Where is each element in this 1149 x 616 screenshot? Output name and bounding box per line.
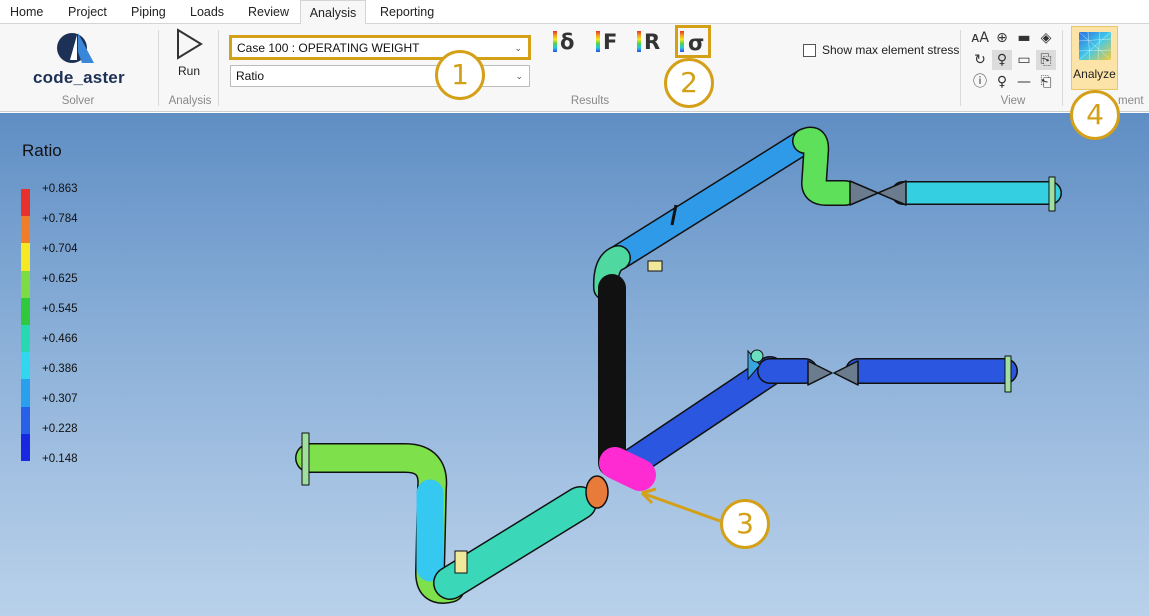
- tab-piping[interactable]: Piping: [131, 0, 171, 24]
- separator: [960, 30, 961, 106]
- rectangle-icon[interactable]: ▭: [1014, 50, 1034, 70]
- play-icon: [177, 28, 203, 60]
- rotate-shape-icon[interactable]: ◈: [1036, 28, 1056, 48]
- callout-1: 1: [435, 50, 485, 100]
- result-quantity-select[interactable]: Ratio ⌄: [230, 65, 530, 87]
- tab-review[interactable]: Review: [248, 0, 290, 24]
- stress-result-button[interactable]: σ: [675, 25, 711, 58]
- hanger-icon[interactable]: ♀: [992, 72, 1012, 92]
- view-group-label: View: [1000, 95, 1026, 107]
- rotate-view-icon[interactable]: ↻: [970, 50, 990, 70]
- color-scale-icon: [680, 31, 684, 52]
- tab-analysis[interactable]: Analysis: [300, 0, 366, 25]
- attachment-icon[interactable]: ⎘: [1036, 50, 1056, 70]
- analysis-group-label: Analysis: [168, 95, 212, 107]
- menu-bar: Home Project Piping Loads Review Analysi…: [0, 0, 1149, 25]
- force-result-button[interactable]: F: [594, 28, 626, 56]
- 3d-viewport[interactable]: Ratio +0.863 +0.784 +0.704 +0.625 +0.545…: [0, 113, 1149, 616]
- displacement-result-button[interactable]: δ: [551, 28, 583, 56]
- color-scale-icon: [553, 31, 557, 52]
- run-label: Run: [177, 64, 200, 78]
- run-button[interactable]: Run: [170, 28, 208, 80]
- text-size-icon[interactable]: ᴀA: [970, 28, 990, 48]
- info-icon[interactable]: ⓘ: [970, 72, 990, 92]
- sigma-icon: σ: [688, 31, 705, 55]
- tab-project[interactable]: Project: [68, 0, 113, 24]
- ribbon: code_aster Solver Run Analysis Case 100 …: [0, 24, 1149, 112]
- results-group-label: Results: [570, 95, 610, 107]
- tab-home[interactable]: Home: [10, 0, 50, 24]
- separator: [1062, 30, 1063, 106]
- reaction-result-button[interactable]: R: [635, 28, 667, 56]
- reaction-icon: R: [644, 30, 661, 54]
- analyze-button[interactable]: Analyze: [1071, 26, 1118, 90]
- load-case-select[interactable]: Case 100 : OPERATING WEIGHT ⌄: [229, 35, 531, 60]
- solver-logo-text: code_aster: [33, 68, 125, 87]
- separator: [158, 30, 159, 106]
- color-scale-icon: [637, 31, 641, 52]
- callout-3: 3: [720, 499, 770, 549]
- force-icon: F: [603, 30, 618, 54]
- show-max-stress-checkbox[interactable]: [803, 44, 816, 57]
- piping-model[interactable]: [0, 113, 1149, 616]
- load-case-value: Case 100 : OPERATING WEIGHT: [237, 41, 420, 55]
- tab-loads[interactable]: Loads: [190, 0, 230, 24]
- line-icon[interactable]: —: [1014, 72, 1034, 92]
- analyze-group-label: ment: [1118, 95, 1144, 107]
- result-quantity-value: Ratio: [236, 69, 265, 83]
- solver-group-label: Solver: [61, 95, 95, 107]
- callout-4: 4: [1070, 90, 1120, 140]
- show-max-stress-label: Show max element stress: [822, 43, 960, 57]
- support-icon[interactable]: ♀: [992, 50, 1012, 70]
- mesh-icon: [1078, 31, 1112, 61]
- separator: [218, 30, 219, 106]
- code-aster-logo-icon: [57, 33, 94, 63]
- callout-2: 2: [664, 58, 714, 108]
- section-icon[interactable]: ▬: [1014, 28, 1034, 48]
- chevron-down-icon: ⌄: [515, 71, 523, 81]
- chevron-down-icon: ⌄: [514, 43, 522, 53]
- copy-icon[interactable]: ⎗: [1036, 72, 1056, 92]
- solver-logo[interactable]: code_aster: [30, 30, 126, 87]
- tab-reporting[interactable]: Reporting: [380, 0, 440, 24]
- color-scale-icon: [596, 31, 600, 52]
- analyze-label: Analyze: [1073, 67, 1116, 81]
- delta-icon: δ: [560, 30, 575, 54]
- target-icon[interactable]: ⊕: [992, 28, 1012, 48]
